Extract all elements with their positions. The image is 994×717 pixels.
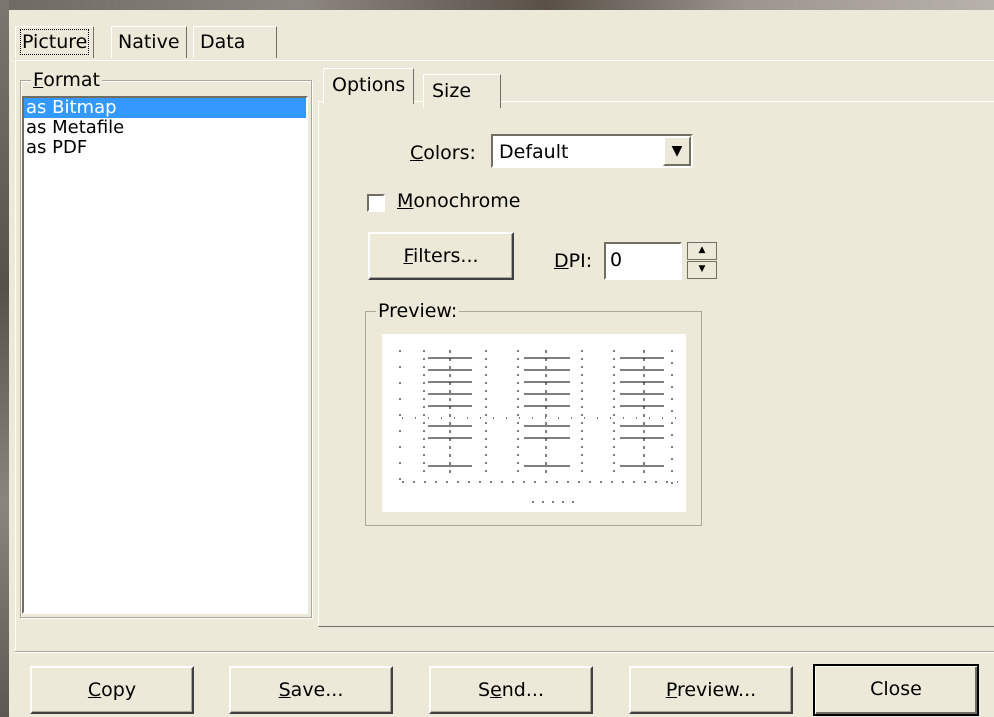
tab-size[interactable]: Size xyxy=(423,74,501,108)
preview-legend: Preview: xyxy=(376,300,460,322)
colors-label: Colors: xyxy=(410,142,476,164)
tab-options[interactable]: Options xyxy=(323,68,415,104)
chevron-down-icon[interactable]: ▼ xyxy=(663,136,691,166)
monochrome-checkbox[interactable] xyxy=(367,194,385,212)
tab-data-label: Data xyxy=(200,31,246,53)
tab-picture[interactable]: Picture xyxy=(15,26,95,58)
desktop-background-left xyxy=(0,0,9,717)
tab-picture-label: Picture xyxy=(19,29,90,55)
preview-column-1 xyxy=(423,350,487,474)
list-item-as-metafile[interactable]: as Metafile xyxy=(24,118,306,138)
preview-column-2 xyxy=(517,350,583,474)
copy-button[interactable]: Copy xyxy=(30,666,194,714)
dpi-spin-down-icon[interactable]: ▼ xyxy=(687,261,717,279)
tab-data[interactable]: Data xyxy=(193,26,277,58)
tab-size-label: Size xyxy=(432,80,472,102)
tab-native-label: Native xyxy=(118,31,180,53)
save-button[interactable]: Save... xyxy=(229,666,393,714)
preview-button[interactable]: Preview... xyxy=(629,666,793,714)
export-dialog: Picture Native Data Format as Bitmap as … xyxy=(9,10,994,717)
dpi-label: DPI: xyxy=(554,250,593,272)
preview-group: Preview: xyxy=(365,300,702,526)
colors-combobox[interactable]: Default ▼ xyxy=(491,134,693,168)
close-button[interactable]: Close xyxy=(813,664,979,716)
colors-combobox-value: Default xyxy=(499,141,569,163)
send-button[interactable]: Send... xyxy=(429,666,593,714)
list-item-as-bitmap[interactable]: as Bitmap xyxy=(24,98,306,118)
list-item-as-pdf[interactable]: as PDF xyxy=(24,138,306,158)
dpi-input[interactable]: 0 xyxy=(604,242,682,280)
format-listbox[interactable]: as Bitmap as Metafile as PDF xyxy=(22,96,308,614)
dpi-spin-up-icon[interactable]: ▲ xyxy=(687,242,717,260)
preview-column-3 xyxy=(613,350,664,474)
tab-native[interactable]: Native xyxy=(111,26,187,58)
desktop-background-top xyxy=(0,0,994,10)
filters-button[interactable]: Filters... xyxy=(368,232,514,280)
preview-image xyxy=(399,350,678,503)
monochrome-label[interactable]: Monochrome xyxy=(397,188,520,214)
dialog-separator xyxy=(15,651,994,653)
format-group-legend: Format xyxy=(31,69,102,91)
preview-thumbnail xyxy=(382,334,686,512)
tab-options-label: Options xyxy=(332,74,406,96)
